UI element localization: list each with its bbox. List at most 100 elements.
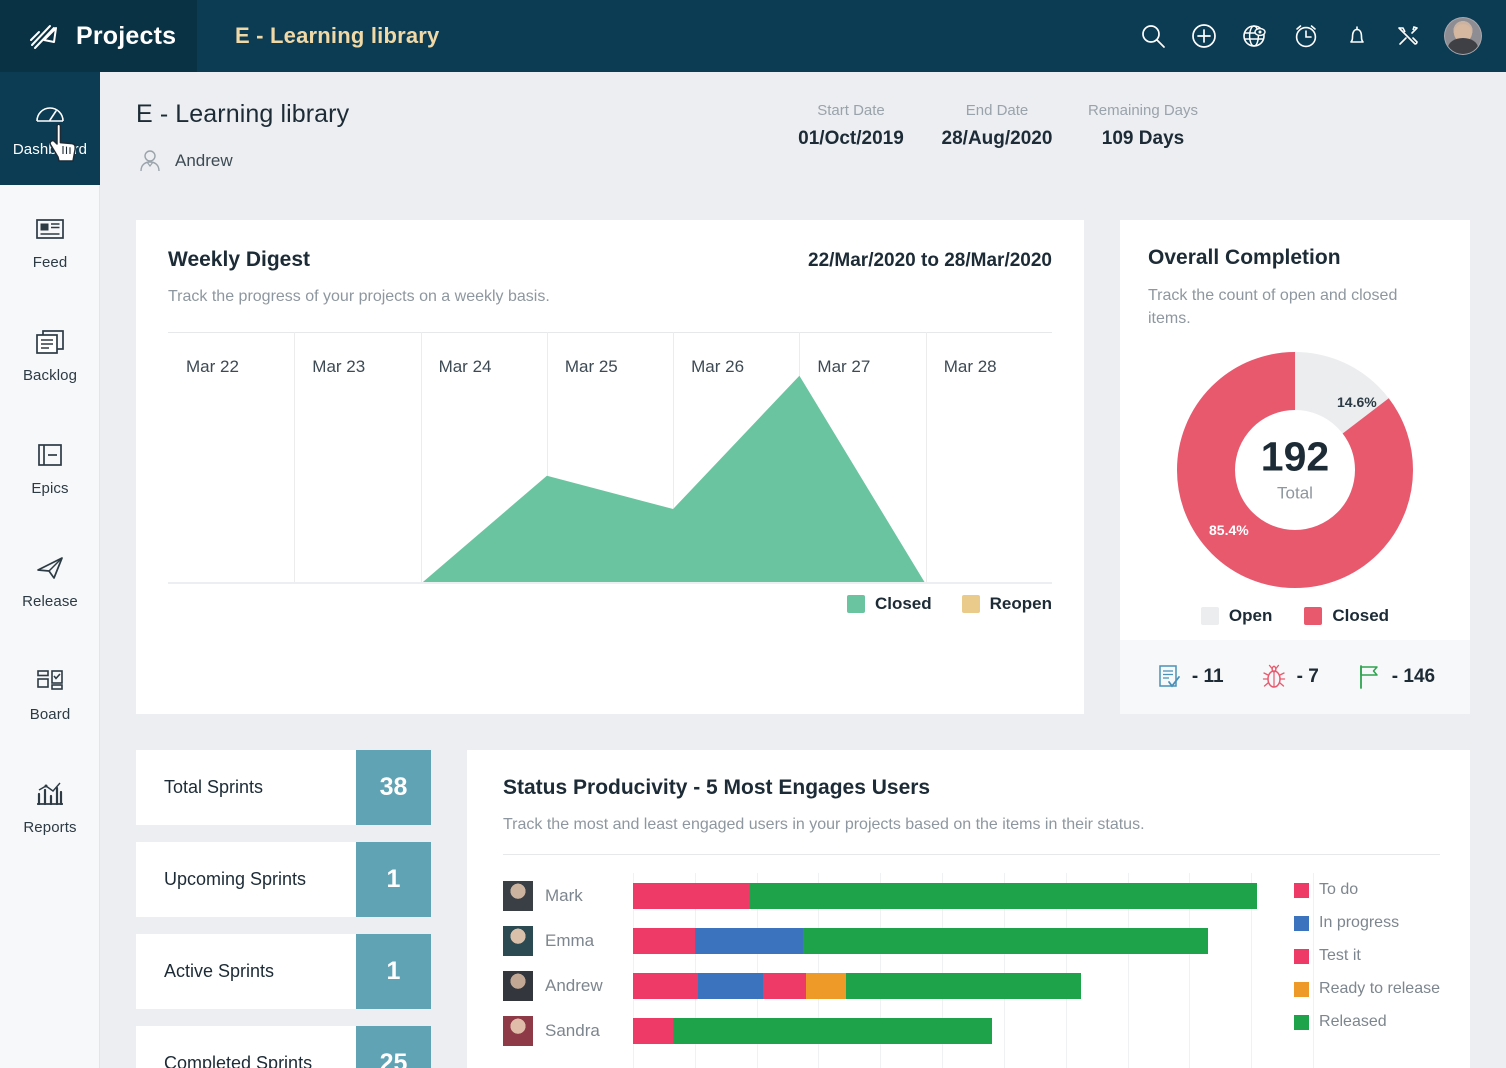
legend-swatch [1201, 607, 1219, 625]
top-navigation-bar: Projects E - Learning library [0, 0, 1506, 72]
bar-row: Sandra [503, 1008, 1313, 1053]
bell-icon[interactable] [1342, 21, 1372, 51]
brand-label: Projects [76, 22, 176, 51]
bar-segment [633, 973, 698, 999]
legend-swatch [847, 595, 865, 613]
speedometer-icon [33, 99, 67, 133]
brand-home-button[interactable]: Projects [0, 0, 197, 72]
footer-item-tasks[interactable]: - 11 [1155, 663, 1224, 691]
start-date-cell: Start Date 01/Oct/2019 [778, 102, 924, 150]
epics-icon [33, 438, 67, 472]
sidebar-item-dashboard[interactable]: Dashboard [0, 72, 100, 185]
bar-segment [750, 883, 1257, 909]
status-productivity-divider [503, 854, 1440, 855]
bar-segment [806, 973, 846, 999]
sprint-card-label: Active Sprints [136, 934, 356, 1009]
legend-swatch [1294, 949, 1309, 964]
sprint-card-active[interactable]: Active Sprints 1 [136, 934, 431, 1009]
person-icon [136, 147, 164, 175]
status-productivity-card: Status Producivity - 5 Most Engages User… [467, 750, 1470, 1068]
sidebar-item-reports[interactable]: Reports [0, 750, 100, 863]
legend-item[interactable]: Test it [1294, 947, 1440, 965]
bar-row-user-name: Andrew [533, 976, 633, 996]
sidebar-item-board[interactable]: Board [0, 637, 100, 750]
globe-icon[interactable] [1240, 21, 1270, 51]
legend-label: Released [1319, 1013, 1387, 1031]
project-owner: Andrew [136, 147, 349, 175]
sidebar-item-backlog[interactable]: Backlog [0, 298, 100, 411]
overall-completion-subtitle: Track the count of open and closed items… [1148, 284, 1442, 330]
sprint-card-upcoming[interactable]: Upcoming Sprints 1 [136, 842, 431, 917]
bar-track [633, 973, 1313, 999]
sprint-card-value: 25 [356, 1026, 431, 1068]
legend-item-reopen: Reopen [962, 594, 1052, 614]
bar-row: Mark [503, 873, 1313, 918]
legend-swatch [1294, 1015, 1309, 1030]
footer-item-value: - 146 [1392, 666, 1435, 688]
weekly-digest-area-chart: Mar 22Mar 23Mar 24Mar 25Mar 26Mar 27Mar … [168, 332, 1052, 600]
overall-completion-footer: - 11 - 7 [1120, 640, 1470, 714]
search-icon[interactable] [1138, 21, 1168, 51]
flag-milestone-icon [1355, 663, 1383, 691]
legend-swatch [1294, 916, 1309, 931]
donut-center-value: 192 Total [1261, 437, 1329, 504]
bar-row-user-name: Mark [533, 886, 633, 906]
bar-segment [763, 973, 806, 999]
bar-track [633, 1018, 1313, 1044]
legend-swatch [1294, 982, 1309, 997]
footer-item-bugs[interactable]: - 7 [1260, 663, 1319, 691]
bar-track [633, 928, 1313, 954]
feed-icon [33, 212, 67, 246]
sprint-card-total[interactable]: Total Sprints 38 [136, 750, 431, 825]
donut-open-percent: 14.6% [1337, 394, 1377, 410]
legend-label: Closed [1332, 606, 1389, 626]
legend-swatch [962, 595, 980, 613]
weekly-digest-legend: Closed Reopen [847, 594, 1052, 614]
weekly-digest-card: Weekly Digest 22/Mar/2020 to 28/Mar/2020… [136, 220, 1084, 714]
project-header: E - Learning library Andrew Start Date 0… [100, 72, 1506, 194]
legend-label: Ready to release [1319, 980, 1440, 998]
task-document-icon [1155, 663, 1183, 691]
sidebar-item-label: Backlog [23, 367, 77, 384]
sprint-summary-list: Total Sprints 38 Upcoming Sprints 1 Acti… [136, 750, 431, 1068]
bar-segment [698, 973, 763, 999]
sidebar-item-feed[interactable]: Feed [0, 185, 100, 298]
legend-label: To do [1319, 881, 1358, 899]
sidebar-item-label: Reports [23, 819, 76, 836]
footer-item-milestones[interactable]: - 146 [1355, 663, 1435, 691]
legend-item[interactable]: Ready to release [1294, 980, 1440, 998]
bar-row: Andrew [503, 963, 1313, 1008]
legend-label: Closed [875, 594, 932, 614]
sidebar-item-release[interactable]: Release [0, 524, 100, 637]
end-date-label: End Date [924, 102, 1070, 119]
status-productivity-chart: MarkEmmaAndrewSandra 0246810121416182022… [503, 873, 1440, 1068]
bar-segment [846, 973, 1081, 999]
legend-item-closed: Closed [1304, 606, 1389, 626]
user-avatar [503, 971, 533, 1001]
sprint-card-value: 1 [356, 934, 431, 1009]
user-avatar[interactable] [1444, 17, 1482, 55]
user-avatar [503, 926, 533, 956]
alarm-clock-icon[interactable] [1291, 21, 1321, 51]
legend-item[interactable]: Released [1294, 1013, 1440, 1031]
left-sidebar: Dashboard Feed Backlog [0, 72, 100, 1068]
sidebar-item-label: Epics [31, 480, 68, 497]
bar-segment [633, 883, 750, 909]
sidebar-item-label: Board [30, 706, 71, 723]
topbar-icon-group [1138, 17, 1506, 55]
bug-icon [1260, 663, 1288, 691]
sprint-card-completed[interactable]: Completed Sprints 25 [136, 1026, 431, 1068]
legend-item[interactable]: To do [1294, 881, 1440, 899]
remaining-days-label: Remaining Days [1070, 102, 1216, 119]
legend-item[interactable]: In progress [1294, 914, 1440, 932]
sidebar-item-epics[interactable]: Epics [0, 411, 100, 524]
tools-icon[interactable] [1393, 21, 1423, 51]
app-root: Projects E - Learning library [0, 0, 1506, 1068]
project-dates: Start Date 01/Oct/2019 End Date 28/Aug/2… [778, 72, 1506, 150]
sprint-card-label: Total Sprints [136, 750, 356, 825]
donut-total-value: 192 [1261, 437, 1329, 478]
remaining-days-cell: Remaining Days 109 Days [1070, 102, 1216, 150]
plus-icon[interactable] [1189, 21, 1219, 51]
bar-track [633, 883, 1313, 909]
start-date-value: 01/Oct/2019 [778, 128, 924, 150]
